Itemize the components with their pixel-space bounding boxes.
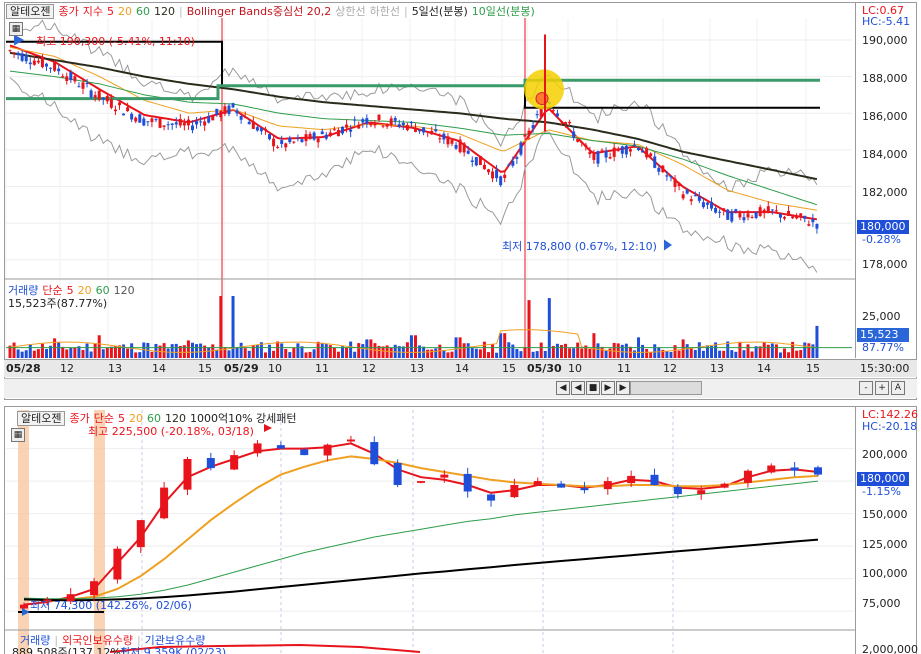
candle-body	[650, 474, 659, 485]
daily-volume-value: 889,508주(137.12%)	[12, 646, 126, 654]
y-tick: 125,000	[862, 538, 908, 551]
candle-body	[510, 485, 519, 498]
candle-body	[90, 581, 99, 596]
y-tick: 150,000	[862, 508, 908, 521]
stock-name-tab[interactable]: 알테오젠	[17, 410, 66, 426]
candle-body	[627, 475, 636, 484]
grid-icon[interactable]: ▦	[11, 428, 25, 442]
candle-body	[230, 455, 239, 470]
candle-body	[370, 442, 379, 465]
candle-body	[440, 474, 449, 478]
candle-body	[720, 483, 729, 488]
candle-body	[813, 467, 822, 475]
y-tick: 75,000	[862, 597, 901, 610]
candle-body	[323, 444, 332, 456]
y-tick: 100,000	[862, 567, 908, 580]
candle-body	[300, 449, 309, 456]
daily-price-chart[interactable]	[0, 0, 921, 654]
candle-body	[790, 467, 799, 471]
stock-chart-window: 알테오젠 종가 지수 5 20 60 120 | Bollinger Bands…	[0, 0, 921, 654]
vol-tick: 2,000,000	[862, 643, 918, 654]
candle-body	[20, 604, 28, 609]
candle-body	[160, 487, 169, 519]
candle-body	[416, 481, 425, 483]
pattern-highlight	[94, 410, 105, 654]
daily-price-axis: LC:142.26 HC:-20.18 200,000 150,000 125,…	[855, 407, 918, 654]
candle-body	[487, 494, 496, 501]
candle-body	[253, 443, 262, 454]
candle-body	[183, 459, 192, 490]
candle-body	[580, 488, 589, 491]
ma-line-120	[23, 538, 819, 602]
candle-body	[767, 465, 776, 473]
candle-body	[463, 473, 472, 492]
candle-body	[113, 548, 122, 580]
candle-body	[743, 470, 752, 483]
daily-volume-low-note: 최저 9,359K (02/23)	[120, 646, 227, 654]
y-tick: 200,000	[862, 448, 908, 461]
hc-label: HC:-20.18	[862, 420, 918, 433]
low-annotation: 최저 74,300 (142.26%, 02/06)	[30, 599, 192, 612]
candle-body	[533, 481, 542, 486]
candle-body	[136, 520, 145, 548]
pattern-highlight	[18, 410, 29, 654]
legend-price-label: 종가	[69, 412, 90, 425]
candle-body	[346, 439, 355, 442]
candle-body	[206, 458, 215, 469]
candle-body	[603, 481, 612, 490]
current-change: -1.15%	[862, 485, 901, 498]
candle-body	[557, 483, 566, 488]
candle-body	[276, 445, 285, 449]
candle-body	[697, 490, 706, 494]
candle-body	[673, 486, 682, 495]
current-price-badge: 180,000	[857, 472, 909, 486]
high-annotation: 최고 225,500 (-20.18%, 03/18)	[88, 425, 254, 438]
candle-body	[393, 462, 402, 485]
